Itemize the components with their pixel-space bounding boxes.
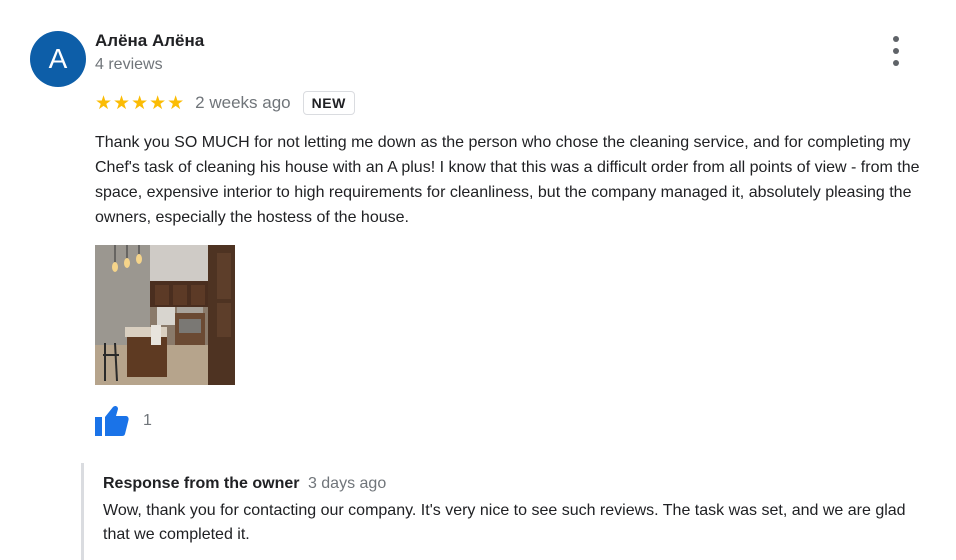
owner-response: Response from the owner 3 days ago Wow, … xyxy=(81,463,941,560)
response-label: Response from the owner xyxy=(103,475,300,492)
like-button[interactable]: 1 xyxy=(95,405,152,437)
like-count: 1 xyxy=(143,412,152,429)
response-text: Wow, thank you for contacting our compan… xyxy=(103,502,906,543)
rating-row: ★★★★★ 2 weeks ago NEW xyxy=(95,89,355,117)
menu-dot xyxy=(893,60,899,66)
star-rating: ★★★★★ xyxy=(95,92,186,114)
new-badge: NEW xyxy=(302,91,355,115)
reviewer-review-count: 4 reviews xyxy=(95,56,163,73)
more-options-icon[interactable] xyxy=(884,36,908,66)
avatar[interactable]: A xyxy=(30,31,86,87)
response-header: Response from the owner 3 days ago xyxy=(103,475,386,493)
response-date: 3 days ago xyxy=(307,475,387,492)
reviewer-name[interactable]: Алёна Алёна xyxy=(95,31,204,51)
menu-dot xyxy=(893,36,899,42)
menu-dot xyxy=(893,48,899,54)
review-date: 2 weeks ago xyxy=(195,93,291,112)
thumb-up-icon xyxy=(95,405,129,436)
review-text: Thank you SO MUCH for not letting me dow… xyxy=(95,134,920,226)
review-photo-kitchen[interactable] xyxy=(95,245,235,385)
